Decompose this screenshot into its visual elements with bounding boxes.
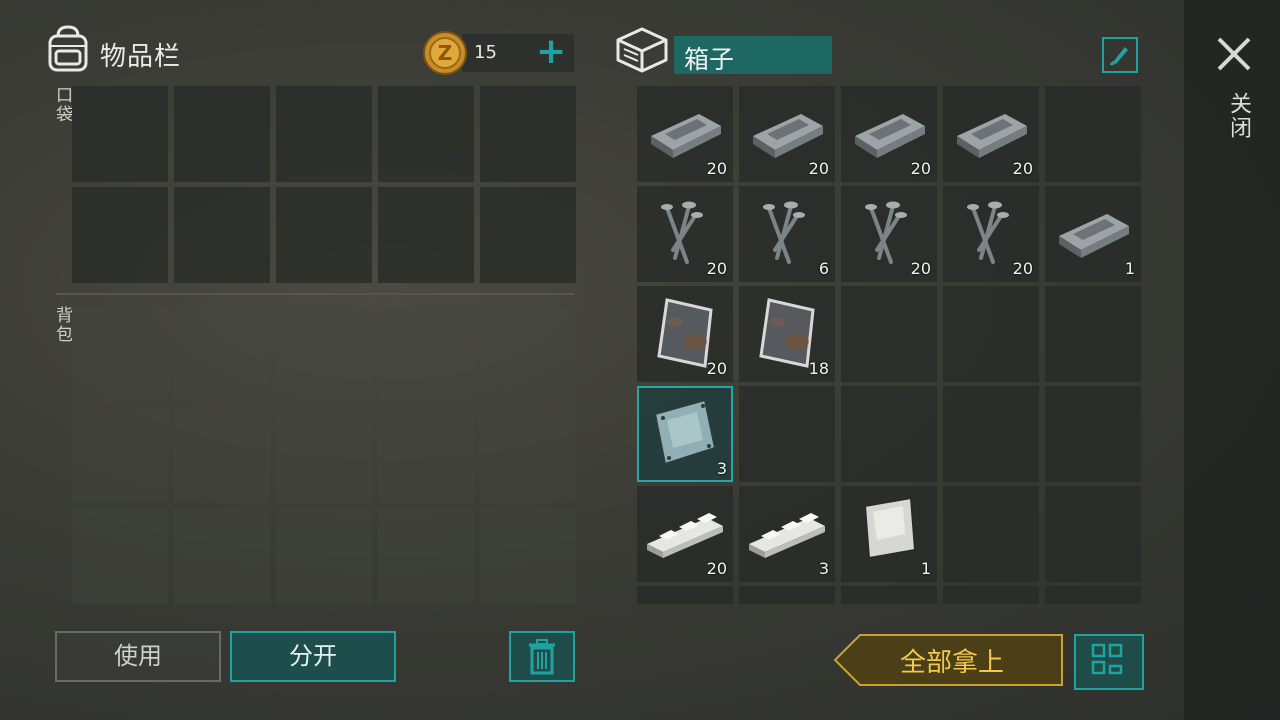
trash-icon — [529, 639, 555, 675]
chest-slot-empty[interactable] — [739, 586, 835, 604]
item-count: 20 — [1012, 159, 1033, 178]
pocket-slot[interactable] — [378, 86, 474, 182]
pocket-slot[interactable] — [276, 86, 372, 182]
chest-slot[interactable]: 20 — [637, 186, 733, 282]
backpack-icon — [44, 24, 92, 74]
chest-slot[interactable]: 20 — [841, 86, 937, 182]
item-count: 20 — [706, 559, 727, 578]
use-button[interactable]: 使用 — [55, 631, 221, 682]
item-count: 20 — [910, 159, 931, 178]
inventory-title: 物品栏 — [100, 42, 182, 72]
item-count: 6 — [818, 259, 829, 278]
chest-slot[interactable]: 18 — [739, 286, 835, 382]
chest-slot[interactable]: 3 — [637, 386, 733, 482]
chest-icon — [614, 24, 670, 76]
chest-slot[interactable]: 1 — [1045, 186, 1141, 282]
backpack-slot[interactable] — [276, 306, 372, 402]
item-count: 20 — [706, 159, 727, 178]
backpack-slot[interactable] — [174, 407, 270, 503]
split-button[interactable]: 分开 — [230, 631, 396, 682]
backpack-slot[interactable] — [480, 306, 576, 402]
backpack-slot[interactable] — [276, 407, 372, 503]
chest-slot-empty[interactable] — [943, 586, 1039, 604]
backpack-slot[interactable] — [72, 508, 168, 604]
coin-icon: Z — [422, 30, 468, 76]
backpack-slot[interactable] — [174, 306, 270, 402]
chest-title: 箱子 — [684, 45, 735, 74]
item-count: 3 — [716, 459, 727, 478]
pocket-slot[interactable] — [72, 86, 168, 182]
rename-button[interactable] — [1102, 37, 1138, 73]
take-all-label: 全部拿上 — [900, 648, 1005, 678]
item-count: 20 — [808, 159, 829, 178]
chest-slot-empty[interactable] — [943, 386, 1039, 482]
backpack-slot[interactable] — [378, 407, 474, 503]
backpack-slot[interactable] — [378, 306, 474, 402]
item-count: 18 — [808, 359, 829, 378]
chest-slot[interactable]: 6 — [739, 186, 835, 282]
backpack-slot[interactable] — [72, 306, 168, 402]
item-count: 1 — [1124, 259, 1135, 278]
pocket-slot[interactable] — [174, 187, 270, 283]
svg-text:Z: Z — [438, 41, 453, 65]
item-count: 1 — [920, 559, 931, 578]
chest-slot-empty[interactable] — [943, 286, 1039, 382]
close-label[interactable]: 关闭 — [1222, 92, 1254, 140]
chest-slot-empty[interactable] — [841, 586, 937, 604]
chest-slot[interactable]: 1 — [841, 486, 937, 582]
chest-slot[interactable]: 20 — [739, 86, 835, 182]
pocket-slot[interactable] — [72, 187, 168, 283]
pocket-slot[interactable] — [480, 187, 576, 283]
chest-slot-empty[interactable] — [841, 386, 937, 482]
chest-slot-empty[interactable] — [739, 386, 835, 482]
chest-slot-empty[interactable] — [1045, 386, 1141, 482]
item-count: 3 — [818, 559, 829, 578]
coin-count: 15 — [474, 42, 497, 63]
chest-title-field[interactable]: 箱子 — [674, 36, 832, 74]
take-all-button[interactable]: 全部拿上 — [833, 634, 1064, 686]
backpack-slot[interactable] — [378, 508, 474, 604]
grid-icon — [1091, 643, 1123, 675]
item-count: 20 — [1012, 259, 1033, 278]
chest-slot-empty[interactable] — [1045, 586, 1141, 604]
section-divider — [56, 293, 574, 295]
brush-icon — [1110, 47, 1128, 66]
chest-slot[interactable]: 20 — [943, 86, 1039, 182]
item-count: 20 — [706, 359, 727, 378]
chest-slot-empty[interactable] — [1045, 286, 1141, 382]
pocket-slot[interactable] — [378, 187, 474, 283]
backpack-slot[interactable] — [276, 508, 372, 604]
add-coins-button[interactable]: + — [536, 34, 566, 72]
chest-slot-empty[interactable] — [841, 286, 937, 382]
chest-slot[interactable]: 20 — [841, 186, 937, 282]
chest-slot[interactable]: 3 — [739, 486, 835, 582]
backpack-slot[interactable] — [72, 407, 168, 503]
backpack-slot[interactable] — [174, 508, 270, 604]
sort-button[interactable] — [1074, 634, 1144, 690]
pocket-slot[interactable] — [276, 187, 372, 283]
delete-button[interactable] — [509, 631, 575, 682]
close-icon[interactable] — [1214, 34, 1254, 74]
chest-slot[interactable]: 20 — [637, 486, 733, 582]
chest-slot[interactable]: 20 — [637, 86, 733, 182]
chest-slot-empty[interactable] — [1045, 86, 1141, 182]
backpack-slot[interactable] — [480, 407, 576, 503]
item-count: 20 — [706, 259, 727, 278]
chest-slot-empty[interactable] — [943, 486, 1039, 582]
pocket-slot[interactable] — [480, 86, 576, 182]
chest-slot[interactable]: 20 — [943, 186, 1039, 282]
pocket-slot[interactable] — [174, 86, 270, 182]
chest-slot-empty[interactable] — [637, 586, 733, 604]
backpack-slot[interactable] — [480, 508, 576, 604]
chest-slot[interactable]: 20 — [637, 286, 733, 382]
chest-slot-empty[interactable] — [1045, 486, 1141, 582]
item-count: 20 — [910, 259, 931, 278]
